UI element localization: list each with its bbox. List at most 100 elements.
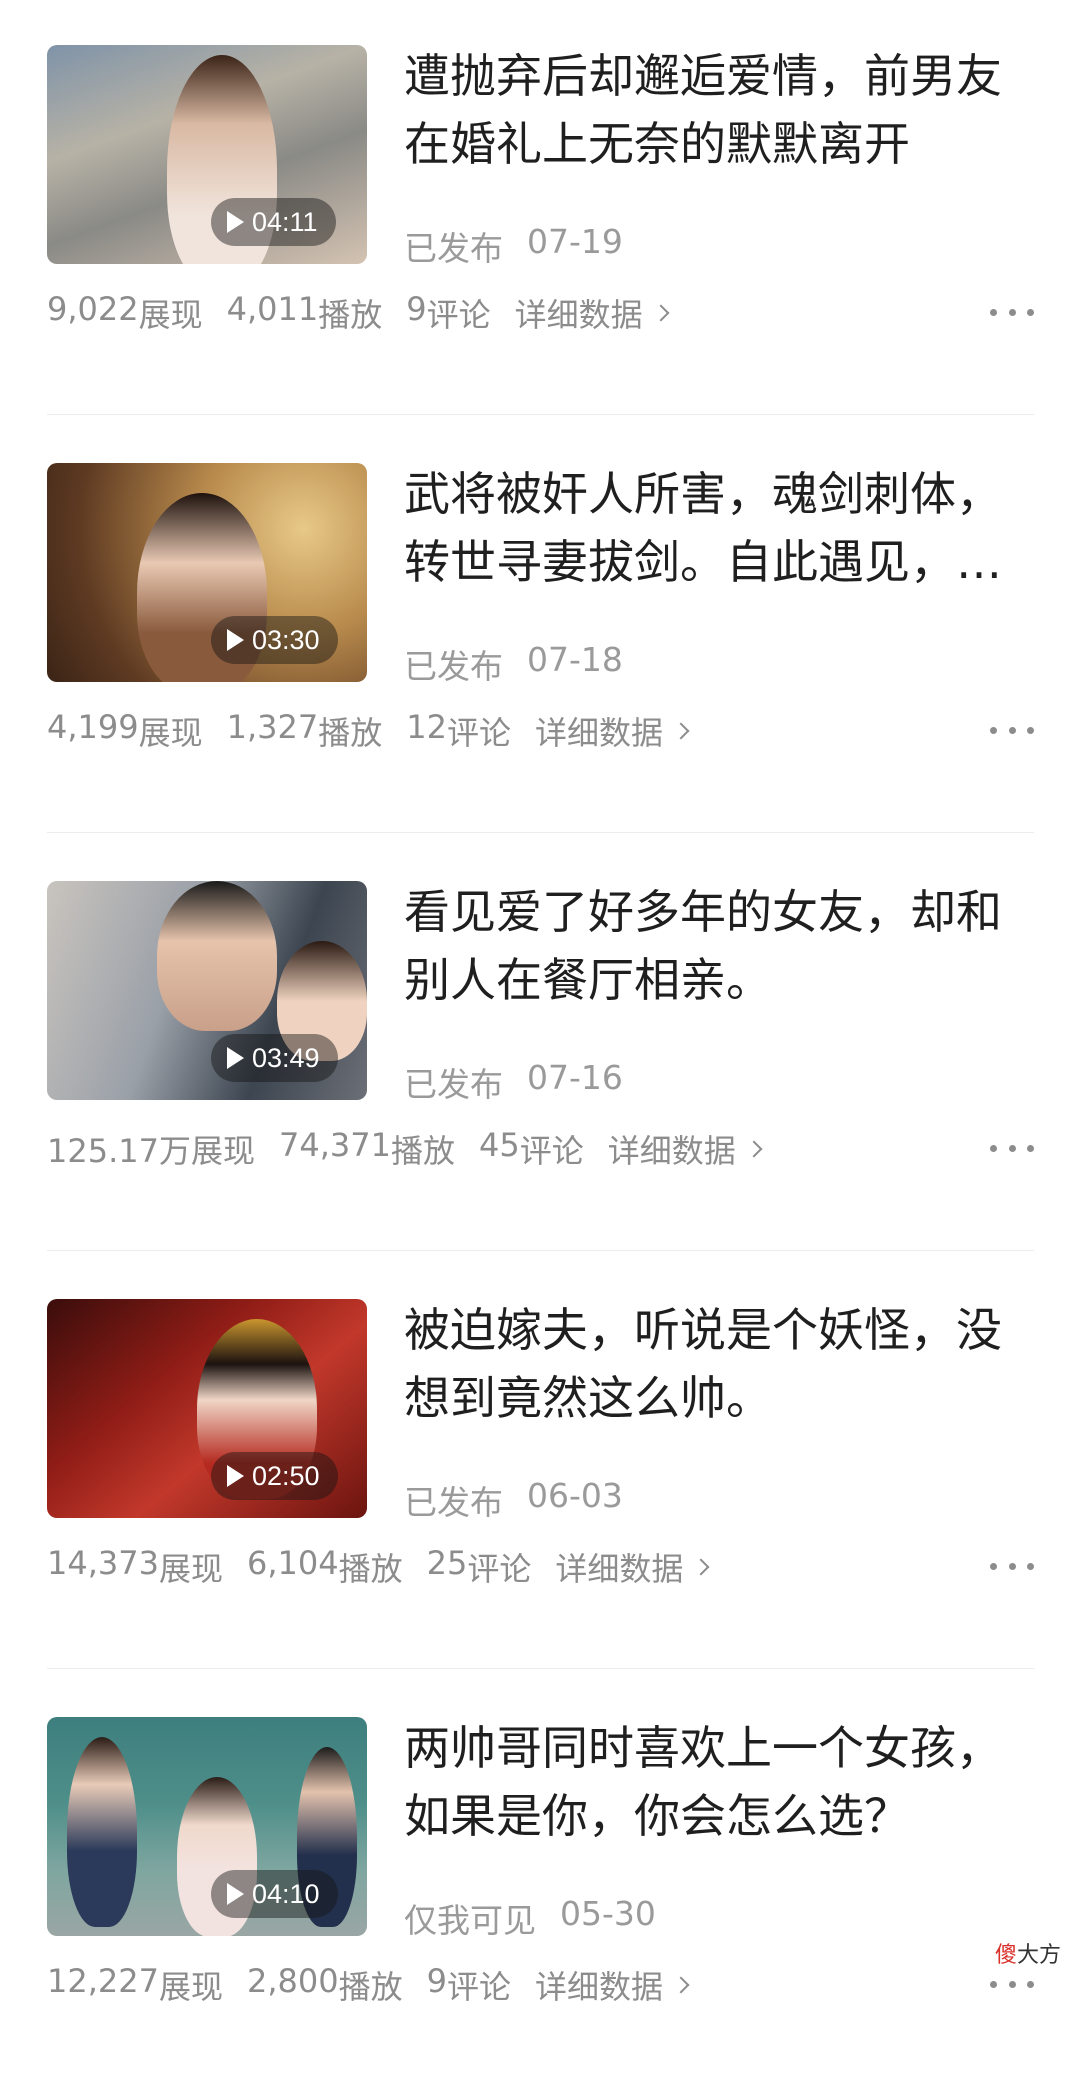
video-stats: 4,199 展现 1,327 播放 12 评论 详细数据 xyxy=(47,708,690,754)
more-dot xyxy=(990,1144,997,1152)
comments-value: 45 xyxy=(478,1126,520,1164)
play-icon xyxy=(227,629,244,651)
more-dot xyxy=(1008,308,1016,316)
impressions-value: 4,199 xyxy=(47,708,139,746)
detail-data-link[interactable]: 详细数据 xyxy=(534,708,690,754)
video-thumbnail[interactable]: 02:50 xyxy=(47,1299,367,1518)
video-list-item[interactable]: 04:11 遭抛弃后却邂逅爱情，前男友在婚礼上无奈的默默离开 已发布 07-19… xyxy=(0,0,1079,418)
watermark-accent: 傻 xyxy=(994,1943,1017,1968)
impressions-value: 14,373 xyxy=(47,1544,159,1582)
plays-stat: 4,011 播放 xyxy=(227,290,383,336)
impressions-stat: 9,022 展现 xyxy=(47,290,203,336)
plays-label: 播放 xyxy=(318,714,383,752)
video-title[interactable]: 武将被奸人所害，魂剑刺体，转世寻妻拔剑。自此遇见，… xyxy=(404,460,1036,596)
detail-data-link[interactable]: 详细数据 xyxy=(608,1126,763,1172)
comments-value: 25 xyxy=(426,1544,468,1582)
more-options-button[interactable] xyxy=(990,717,1034,743)
more-dot xyxy=(1008,1980,1016,1988)
plays-value: 74,371 xyxy=(279,1126,391,1164)
duration-text: 02:50 xyxy=(252,1460,320,1491)
video-title[interactable]: 两帅哥同时喜欢上一个女孩，如果是你，你会怎么选？ xyxy=(404,1714,1036,1850)
publish-status: 已发布 xyxy=(404,1065,503,1104)
comments-label: 评论 xyxy=(519,1132,584,1170)
plays-stat: 74,371 播放 xyxy=(279,1126,455,1172)
duration-badge: 03:49 xyxy=(211,1034,338,1082)
video-thumbnail[interactable]: 04:10 xyxy=(47,1717,367,1936)
impressions-value: 9,022 xyxy=(47,290,139,328)
impressions-label: 展现 xyxy=(158,1968,223,2006)
detail-data-label: 详细数据 xyxy=(514,296,643,334)
comments-value: 12 xyxy=(406,708,447,746)
video-title[interactable]: 看见爱了好多年的女友，却和别人在餐厅相亲。 xyxy=(404,878,1036,1014)
duration-badge: 04:10 xyxy=(211,1870,338,1918)
plays-stat: 2,800 播放 xyxy=(247,1962,403,2008)
more-options-button[interactable] xyxy=(990,299,1034,325)
detail-data-label: 详细数据 xyxy=(534,1968,663,2006)
impressions-label: 展现 xyxy=(138,714,203,752)
more-dot xyxy=(1027,726,1034,734)
plays-value: 2,800 xyxy=(246,1962,339,2000)
play-icon xyxy=(227,211,244,233)
publish-info: 已发布 07-18 xyxy=(404,640,623,688)
publish-date: 05-30 xyxy=(560,1894,656,1933)
video-stats: 125.17万 展现 74,371 播放 45 评论 详细数据 xyxy=(47,1126,763,1172)
more-dot xyxy=(1027,1980,1034,1988)
comments-label: 评论 xyxy=(426,296,491,334)
video-list-item[interactable]: 04:10 两帅哥同时喜欢上一个女孩，如果是你，你会怎么选？ 仅我可见 05-3… xyxy=(0,1672,1079,2090)
publish-date: 07-19 xyxy=(527,222,623,261)
more-dot xyxy=(990,308,997,316)
comments-value: 9 xyxy=(426,1962,447,2000)
duration-badge: 03:30 xyxy=(211,616,338,664)
video-list-item[interactable]: 03:30 武将被奸人所害，魂剑刺体，转世寻妻拔剑。自此遇见，… 已发布 07-… xyxy=(0,418,1079,836)
more-options-button[interactable] xyxy=(990,1135,1034,1161)
video-stats: 14,373 展现 6,104 播放 25 评论 详细数据 xyxy=(47,1544,710,1590)
video-thumbnail[interactable]: 03:30 xyxy=(47,463,367,682)
more-options-button[interactable] xyxy=(990,1553,1034,1579)
chevron-right-icon xyxy=(745,1140,763,1158)
more-dot xyxy=(990,726,997,734)
detail-data-link[interactable]: 详细数据 xyxy=(534,1962,690,2008)
impressions-label: 展现 xyxy=(158,1550,223,1588)
detail-data-link[interactable]: 详细数据 xyxy=(555,1544,710,1590)
more-dot xyxy=(1008,726,1016,734)
video-list-item[interactable]: 03:49 看见爱了好多年的女友，却和别人在餐厅相亲。 已发布 07-16 12… xyxy=(0,836,1079,1254)
detail-data-link[interactable]: 详细数据 xyxy=(514,290,670,336)
impressions-stat: 125.17万 展现 xyxy=(47,1126,255,1172)
more-dot xyxy=(1008,1562,1016,1570)
duration-badge: 02:50 xyxy=(211,1452,338,1500)
comments-stat: 25 评论 xyxy=(427,1544,532,1590)
publish-date: 07-18 xyxy=(527,640,623,679)
comments-stat: 12 评论 xyxy=(406,708,511,754)
thumbnail-figure xyxy=(157,881,277,1031)
impressions-label: 展现 xyxy=(138,296,203,334)
more-options-button[interactable] xyxy=(990,1971,1034,1997)
comments-label: 评论 xyxy=(446,1968,511,2006)
publish-info: 已发布 07-16 xyxy=(404,1058,623,1106)
detail-data-label: 详细数据 xyxy=(555,1550,684,1588)
more-dot xyxy=(1008,1144,1016,1152)
video-list-item[interactable]: 02:50 被迫嫁夫，听说是个妖怪，没想到竟然这么帅。 已发布 06-03 14… xyxy=(0,1254,1079,1672)
video-thumbnail[interactable]: 04:11 xyxy=(47,45,367,264)
more-dot xyxy=(1027,1562,1034,1570)
more-dot xyxy=(990,1562,997,1570)
publish-status: 已发布 xyxy=(404,229,503,268)
divider xyxy=(47,832,1034,833)
publish-date: 07-16 xyxy=(527,1058,623,1097)
duration-text: 03:49 xyxy=(252,1042,320,1073)
impressions-value: 12,227 xyxy=(47,1962,159,2000)
publish-date: 06-03 xyxy=(527,1476,623,1515)
divider xyxy=(47,1668,1034,1669)
impressions-stat: 4,199 展现 xyxy=(47,708,203,754)
plays-label: 播放 xyxy=(338,1550,403,1588)
comments-stat: 9 评论 xyxy=(427,1962,511,2008)
video-title[interactable]: 被迫嫁夫，听说是个妖怪，没想到竟然这么帅。 xyxy=(404,1296,1036,1432)
comments-label: 评论 xyxy=(467,1550,532,1588)
plays-value: 4,011 xyxy=(226,290,319,328)
video-thumbnail[interactable]: 03:49 xyxy=(47,881,367,1100)
video-title[interactable]: 遭抛弃后却邂逅爱情，前男友在婚礼上无奈的默默离开 xyxy=(404,42,1036,178)
publish-status: 已发布 xyxy=(404,647,503,686)
comments-label: 评论 xyxy=(446,714,511,752)
impressions-stat: 12,227 展现 xyxy=(47,1962,223,2008)
comments-stat: 45 评论 xyxy=(479,1126,584,1172)
detail-data-label: 详细数据 xyxy=(534,714,663,752)
